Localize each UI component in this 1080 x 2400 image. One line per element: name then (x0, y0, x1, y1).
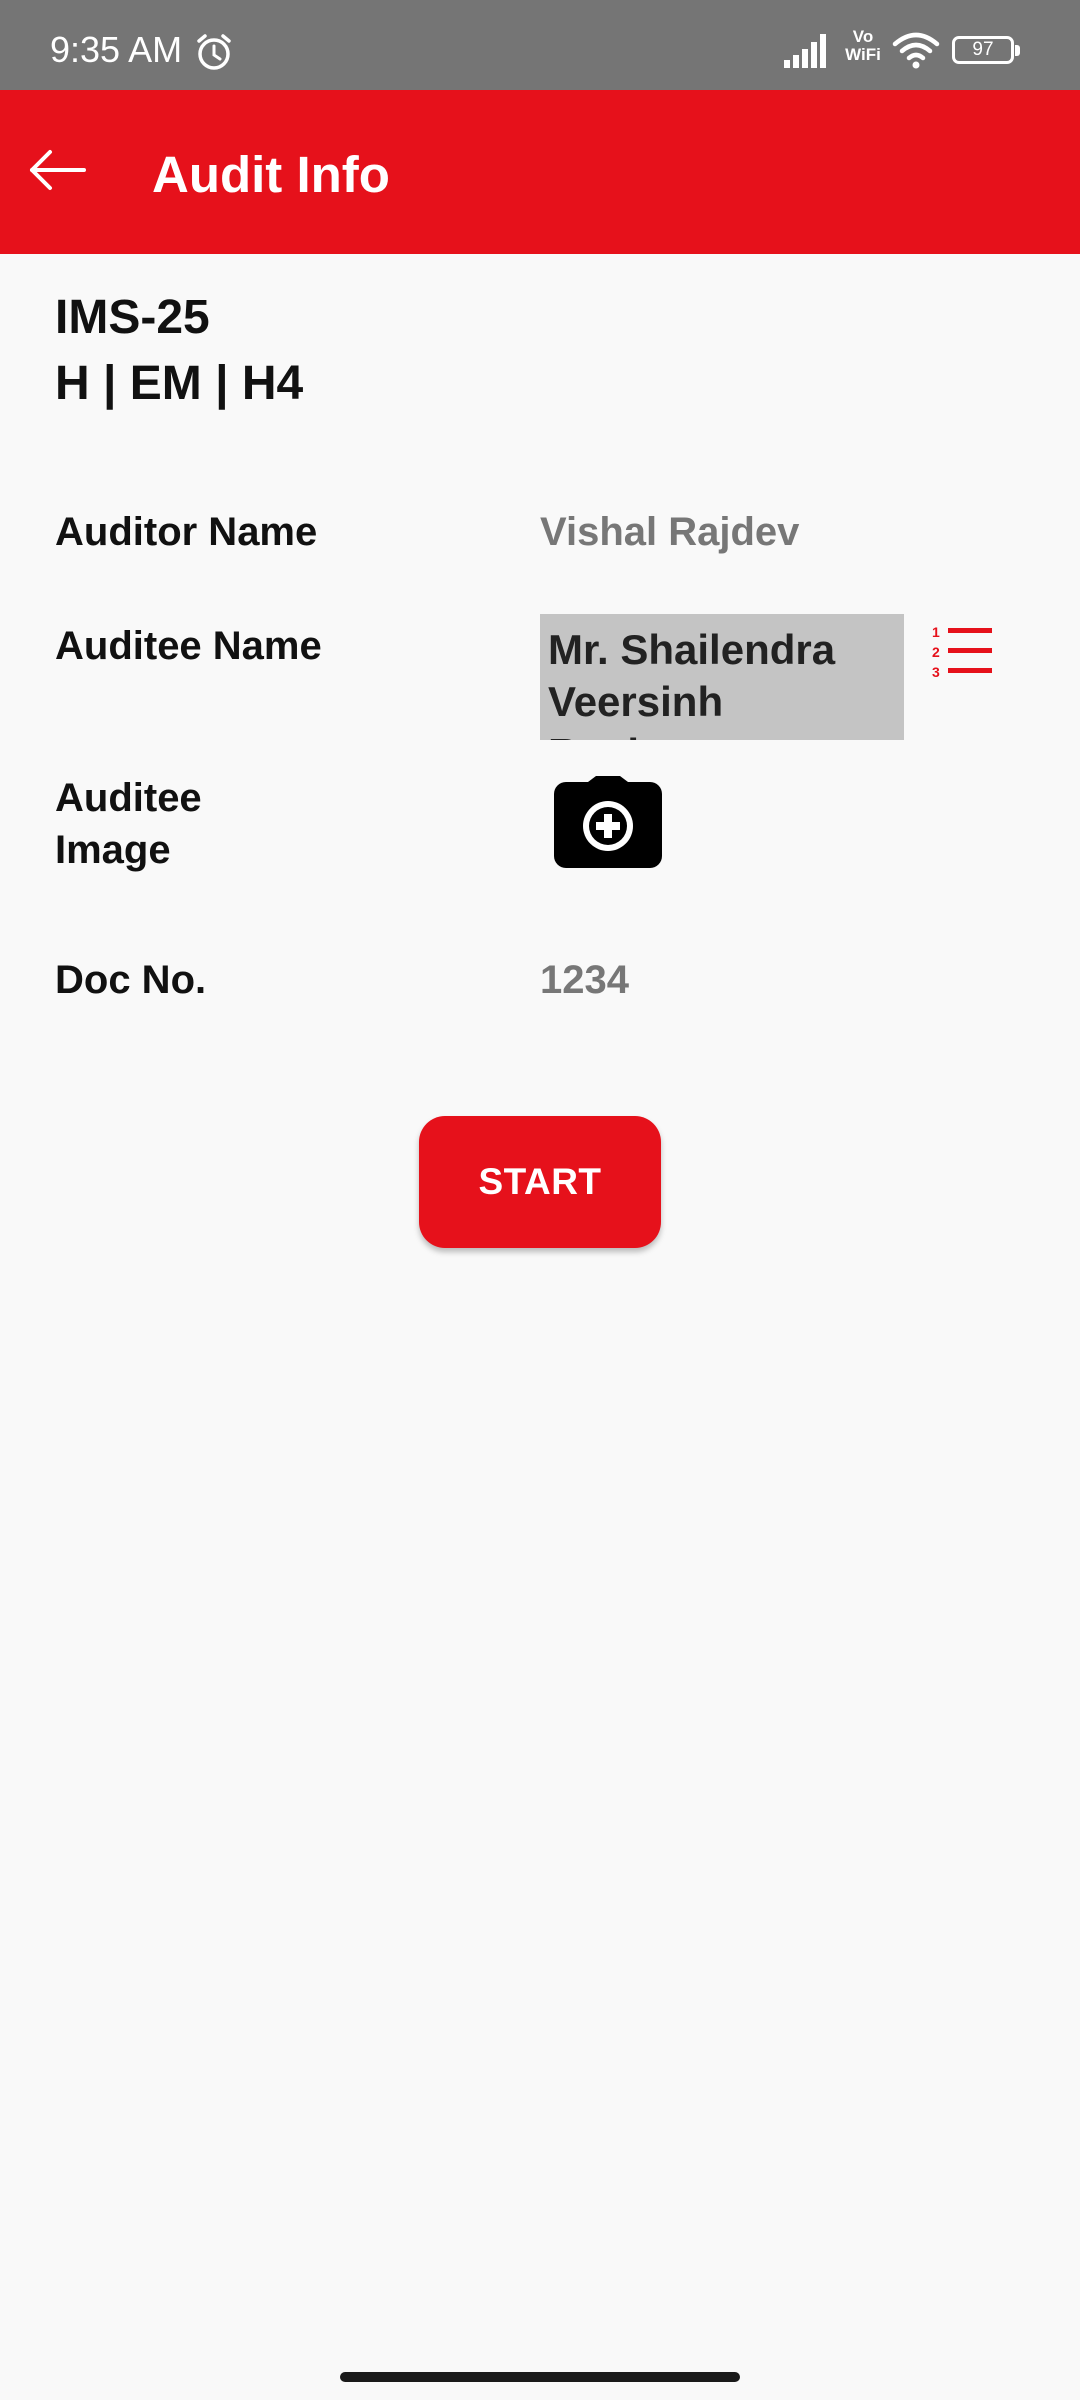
battery-icon: 97 (952, 36, 1022, 66)
vowifi-icon: Vo WiFi (845, 27, 881, 64)
auditee-name-label: Auditee Name (55, 624, 322, 668)
app-bar: Audit Info (0, 90, 1080, 254)
svg-text:2: 2 (932, 644, 940, 660)
status-bar: 9:35 AM Vo WiFi 97 (0, 0, 1080, 90)
home-indicator[interactable] (340, 2372, 740, 2382)
doc-no-label: Doc No. (55, 958, 207, 1002)
arrow-left-icon (30, 150, 86, 190)
numbered-list-icon: 1 2 3 (932, 624, 992, 680)
start-button[interactable]: START (419, 1116, 661, 1248)
audit-scope: H | EM | H4 (55, 357, 304, 410)
add-camera-icon (554, 776, 662, 868)
doc-no-value: 1234 (540, 958, 629, 1002)
battery-level: 97 (972, 39, 994, 60)
auditee-image-camera-button[interactable] (550, 772, 666, 874)
alarm-icon (197, 34, 231, 70)
page-title: Audit Info (152, 146, 390, 203)
svg-text:1: 1 (932, 624, 940, 640)
audit-code: IMS-25 (55, 291, 210, 344)
signal-icon (784, 34, 826, 68)
wifi-icon (892, 32, 940, 69)
auditee-list-button[interactable]: 1 2 3 (926, 620, 996, 684)
back-button[interactable] (20, 130, 100, 210)
auditor-name-label: Auditor Name (55, 510, 318, 554)
auditor-name-value: Vishal Rajdev (540, 510, 800, 554)
status-time: 9:35 AM (50, 29, 183, 70)
auditee-name-field[interactable]: Mr. Shailendra Veersinh Raghav, (540, 614, 904, 740)
svg-text:3: 3 (932, 664, 940, 680)
auditee-image-label: Auditee Image (55, 776, 202, 872)
